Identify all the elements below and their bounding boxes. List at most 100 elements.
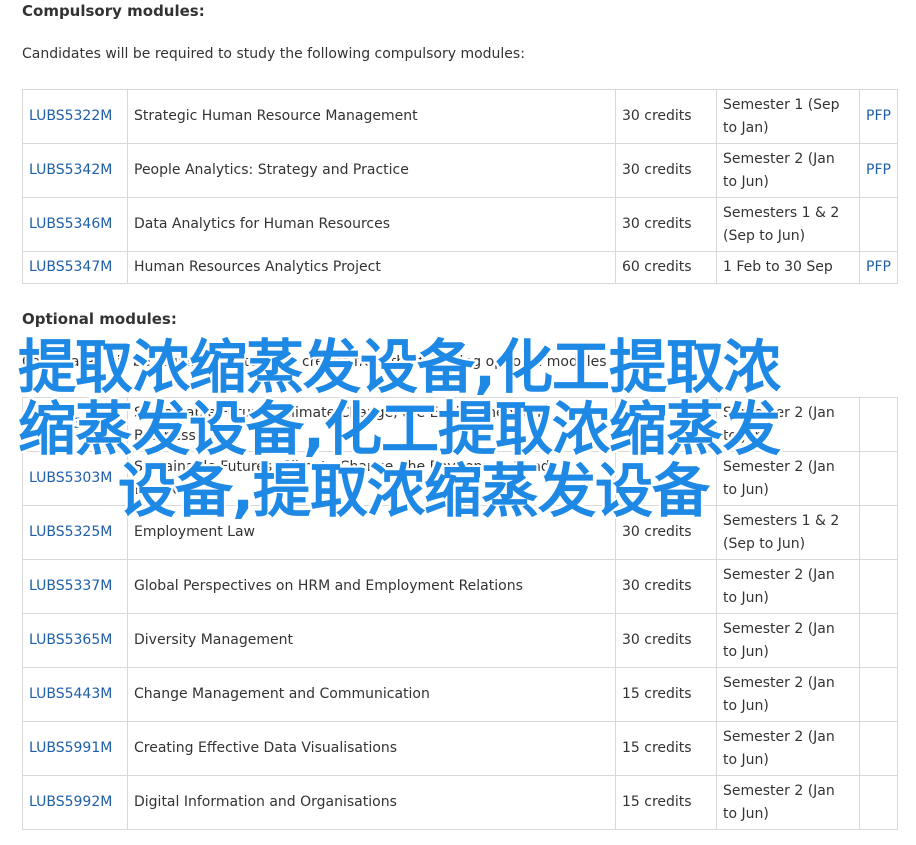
module-title: Diversity Management xyxy=(134,632,293,648)
module-credits-cell xyxy=(615,397,717,452)
module-credits-cell: 30 credits xyxy=(615,197,717,252)
module-title-cell: Sustainable Futures: Climate Change, the… xyxy=(127,451,616,506)
module-code-link[interactable]: LUBS5992M xyxy=(29,794,112,810)
module-code-link[interactable]: LUBS5346M xyxy=(29,216,112,232)
pfp-link-cell: PFP xyxy=(859,251,898,284)
module-code-link-cell: LUBS5301M xyxy=(22,397,128,452)
module-title-cell: People Analytics: Strategy and Practice xyxy=(127,143,616,198)
module-semester: Semester 2 (Jan to Jun) xyxy=(723,674,835,714)
pfp-link-cell: PFP xyxy=(859,89,898,144)
table-row: LUBS5301M Sustainable Futures: Climate Ch… xyxy=(22,397,898,452)
module-semester-cell: Semesters 1 & 2 (Sep to Jun) xyxy=(716,197,860,252)
module-title-cell: Sustainable Futures: Climate Change, the… xyxy=(127,397,616,452)
module-title-cell: Digital Information and Organisations xyxy=(127,775,616,830)
module-semester-cell: Semester 2 (Jan to Jun) xyxy=(716,721,860,776)
module-credits-cell: 15 credits xyxy=(615,775,717,830)
module-title-cell: Data Analytics for Human Resources xyxy=(127,197,616,252)
module-semester: Semester 2 (Jan to Jun) xyxy=(723,566,835,606)
module-title-cell: Diversity Management xyxy=(127,613,616,668)
module-code-link-cell: LUBS5303M xyxy=(22,451,128,506)
module-title-cell: Creating Effective Data Visualisations xyxy=(127,721,616,776)
pfp-link-cell xyxy=(859,197,898,252)
table-row: LUBS5991M Creating Effective Data Visuali… xyxy=(22,721,898,776)
table-row: LUBS5325M Employment Law 30 credits Semeste… xyxy=(22,505,898,560)
module-credits: 30 credits xyxy=(622,578,692,594)
table-row: LUBS5337M Global Perspectives on HRM and … xyxy=(22,559,898,614)
pfp-link-cell xyxy=(859,559,898,614)
module-title: People Analytics: Strategy and Practice xyxy=(134,162,409,178)
optional-table: LUBS5301M Sustainable Futures: Climate Ch… xyxy=(22,397,898,830)
module-code-link[interactable]: LUBS5325M xyxy=(29,524,112,540)
pfp-link[interactable]: PFP xyxy=(866,108,891,124)
module-code-link[interactable]: LUBS5991M xyxy=(29,740,112,756)
module-code-link[interactable]: LUBS5443M xyxy=(29,686,112,702)
module-title: Global Perspectives on HRM and Employmen… xyxy=(134,578,523,594)
module-credits-cell: 30 credits xyxy=(615,143,717,198)
table-row: LUBS5346M Data Analytics for Human Resour… xyxy=(22,197,898,252)
module-code-link-cell: LUBS5992M xyxy=(22,775,128,830)
module-credits: 30 credits xyxy=(622,632,692,648)
module-semester-cell: Semester 1 (Sep to Jan) xyxy=(716,89,860,144)
pfp-link-cell: PFP xyxy=(859,143,898,198)
module-semester: Semesters 1 & 2 (Sep to Jun) xyxy=(723,204,840,244)
module-credits: 30 credits xyxy=(622,524,692,540)
module-code-link-cell: LUBS5337M xyxy=(22,559,128,614)
module-semester: 1 Feb to 30 Sep xyxy=(723,259,833,275)
pfp-link[interactable]: PFP xyxy=(866,162,891,178)
module-credits: 30 credits xyxy=(622,162,692,178)
module-code-link[interactable]: LUBS5365M xyxy=(29,632,112,648)
module-credits-cell xyxy=(615,451,717,506)
module-semester: Semester 2 (Jan to Jun) xyxy=(723,150,835,190)
module-semester-cell: Semester 2 (Jan to Jun) xyxy=(716,451,860,506)
table-row: LUBS5322M Strategic Human Resource Manage… xyxy=(22,89,898,144)
module-title-cell: Global Perspectives on HRM and Employmen… xyxy=(127,559,616,614)
table-row: LUBS5347M Human Resources Analytics Proje… xyxy=(22,251,898,284)
module-code-link-cell: LUBS5365M xyxy=(22,613,128,668)
module-title: Sustainable Futures: Climate Change, the… xyxy=(134,458,550,498)
module-credits-cell: 30 credits xyxy=(615,613,717,668)
compulsory-table: LUBS5322M Strategic Human Resource Manage… xyxy=(22,89,898,284)
module-title-cell: Strategic Human Resource Management xyxy=(127,89,616,144)
module-title: Human Resources Analytics Project xyxy=(134,259,381,275)
pfp-link-cell xyxy=(859,505,898,560)
module-code-link[interactable]: LUBS5342M xyxy=(29,162,112,178)
module-semester-cell: Semester 2 (Jan to Jun) xyxy=(716,559,860,614)
module-title: Sustainable Futures: Climate Change, the… xyxy=(134,404,550,444)
module-credits: 15 credits xyxy=(622,794,692,810)
pfp-link-cell xyxy=(859,613,898,668)
module-code-link[interactable]: LUBS5337M xyxy=(29,578,112,594)
module-code-link[interactable]: LUBS5322M xyxy=(29,108,112,124)
module-code-link[interactable]: LUBS5301M xyxy=(29,416,112,432)
module-semester-cell: Semester 2 (Jan to Jun) xyxy=(716,143,860,198)
table-row: LUBS5443M Change Management and Communica… xyxy=(22,667,898,722)
module-semester-cell: Semester 2 (Jan to Jun) xyxy=(716,613,860,668)
table-row: LUBS5303M Sustainable Futures: Climate Ch… xyxy=(22,451,898,506)
module-credits: 30 credits xyxy=(622,216,692,232)
compulsory-intro: Candidates will be required to study the… xyxy=(22,46,525,62)
pfp-link-cell xyxy=(859,451,898,506)
module-code-link[interactable]: LUBS5303M xyxy=(29,470,112,486)
module-title: Digital Information and Organisations xyxy=(134,794,397,810)
module-credits-cell: 30 credits xyxy=(615,559,717,614)
module-credits-cell: 15 credits xyxy=(615,721,717,776)
pfp-link[interactable]: PFP xyxy=(866,259,891,275)
module-code-link-cell: LUBS5346M xyxy=(22,197,128,252)
optional-heading: Optional modules: xyxy=(22,310,177,328)
module-semester-cell: Semester 2 (Jan to Jun) xyxy=(716,397,860,452)
module-semester: Semester 2 (Jan to Jun) xyxy=(723,620,835,660)
module-title: Data Analytics for Human Resources xyxy=(134,216,391,232)
module-credits: 15 credits xyxy=(622,740,692,756)
module-code-link[interactable]: LUBS5347M xyxy=(29,259,112,275)
module-page: Compulsory modules: Candidates will be r… xyxy=(0,0,916,845)
module-title: Change Management and Communication xyxy=(134,686,430,702)
pfp-link-cell xyxy=(859,775,898,830)
pfp-link-cell xyxy=(859,721,898,776)
module-title-cell: Change Management and Communication xyxy=(127,667,616,722)
module-code-link-cell: LUBS5325M xyxy=(22,505,128,560)
table-row: LUBS5992M Digital Information and Organis… xyxy=(22,775,898,830)
module-code-link-cell: LUBS5342M xyxy=(22,143,128,198)
module-semester: Semester 2 (Jan to Jun) xyxy=(723,458,835,498)
pfp-link-cell xyxy=(859,397,898,452)
module-code-link-cell: LUBS5322M xyxy=(22,89,128,144)
pfp-link-cell xyxy=(859,667,898,722)
